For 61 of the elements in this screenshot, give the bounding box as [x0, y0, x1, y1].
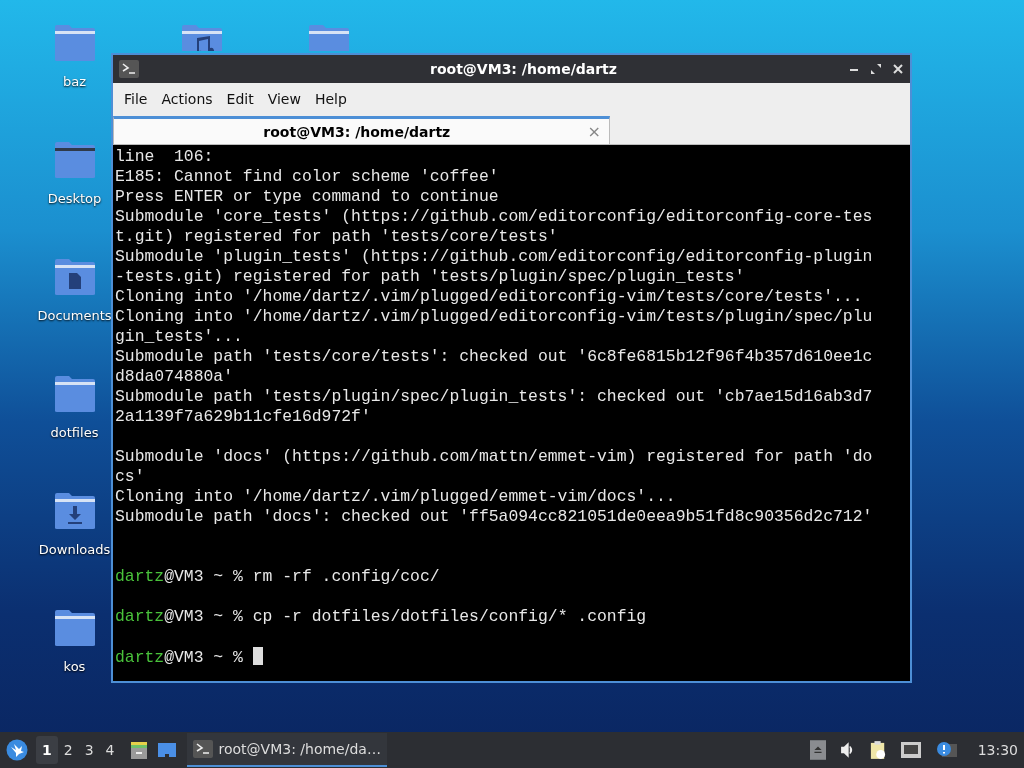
output-line: 2a1139f7a629b11cfe16d972f'	[115, 407, 372, 427]
output-line: Press ENTER or type command to continue	[115, 187, 500, 207]
icon-label: Documents	[37, 308, 112, 323]
icon-label: kos	[63, 659, 86, 674]
downloads-folder-icon[interactable]	[53, 492, 96, 530]
tab[interactable]: root@VM3: /home/dartz ×	[113, 116, 610, 144]
close-icon[interactable]	[892, 63, 904, 75]
music-folder-icon[interactable]	[180, 24, 223, 51]
menu-item[interactable]: Actions	[154, 90, 220, 107]
output-line: gin_tests'...	[115, 327, 244, 347]
prompt-command: @VM3 ~ %	[164, 648, 243, 667]
menu-item[interactable]: View	[260, 90, 308, 107]
menu-item[interactable]: Edit	[219, 90, 261, 107]
icon-label: Desktop	[47, 191, 102, 206]
folder-icon[interactable]	[53, 609, 96, 647]
prompt-user: dartz	[115, 648, 165, 667]
workspace-button[interactable]: 2	[57, 736, 79, 764]
terminal-icon	[192, 740, 213, 758]
output-line: Cloning into '/home/dartz/.vim/plugged/emmet-vim/docs'...	[115, 487, 677, 507]
restore-icon[interactable]	[870, 63, 882, 75]
icon-label: Downloads	[38, 542, 111, 557]
prompt-command: @VM3 ~ % rm -rf .config/coc/	[164, 567, 440, 586]
file-cabinet-icon[interactable]	[128, 740, 149, 760]
workspace-button[interactable]: 4	[99, 736, 121, 764]
output-line: Submodule path 'tests/core/tests': checked out '6c8fe6815b12f96f4b357d610ee1c	[115, 347, 874, 367]
icon-label: dotfiles	[50, 425, 99, 440]
output-line: Submodule 'docs' (https://github.com/mattn/emmet-vim) registered for path 'do	[115, 447, 874, 467]
folder-icon[interactable]	[53, 375, 96, 413]
bird-logo-icon[interactable]	[6, 739, 28, 761]
workspace-button[interactable]: 3	[78, 736, 100, 764]
network-icon[interactable]	[899, 741, 922, 759]
clipboard-icon[interactable]	[869, 740, 886, 760]
prompt-user: dartz	[115, 607, 165, 626]
icon-label: baz	[62, 74, 86, 89]
notification-icon[interactable]	[935, 741, 958, 759]
terminal-icon	[119, 60, 139, 78]
menu-item[interactable]: File	[117, 90, 155, 107]
prompt-command: @VM3 ~ % cp -r dotfiles/dotfiles/config/* .config	[164, 607, 647, 626]
taskbar-window-button[interactable]: root@VM3: /home/da…	[186, 733, 387, 767]
output-line: Submodule path 'tests/plugin/spec/plugin_tests': checked out 'cb7ae15d16ab3d7	[115, 387, 874, 407]
output-line: E185: Cannot find color scheme 'coffee'	[115, 167, 500, 187]
tab-label: root@VM3: /home/dartz	[262, 123, 452, 140]
output-line: d8da074880a'	[115, 367, 235, 387]
desktop-folder-icon[interactable]	[53, 141, 96, 179]
clock: 13:30	[977, 742, 1018, 758]
output-line: Cloning into '/home/dartz/.vim/plugged/editorconfig-vim/tests/core/tests'...	[115, 287, 864, 307]
workspace-button[interactable]: 1	[36, 736, 58, 764]
output-line: cs'	[115, 467, 146, 487]
prompt-user: dartz	[115, 567, 165, 586]
output-line: t.git) registered for path 'tests/core/tests'	[115, 227, 559, 247]
window-title: root@VM3: /home/dartz	[429, 61, 618, 77]
output-line: Cloning into '/home/dartz/.vim/plugged/editorconfig-vim/tests/plugin/spec/plu	[115, 307, 874, 327]
output-line: Submodule 'plugin_tests' (https://github.com/editorconfig/editorconfig-plugin	[115, 247, 874, 267]
output-line: line 106:	[115, 147, 215, 167]
eject-icon[interactable]	[809, 740, 826, 760]
show-desktop-icon[interactable]	[156, 740, 177, 760]
output-line: Submodule path 'docs': checked out 'ff5a094cc821051de0eea9b51fd8c90356d2c712'	[115, 507, 874, 527]
documents-folder-icon[interactable]	[53, 258, 96, 296]
output-line: Submodule 'core_tests' (https://github.com/editorconfig/editorconfig-core-tes	[115, 207, 874, 227]
output-line: -tests.git) registered for path 'tests/plugin/spec/plugin_tests'	[115, 267, 746, 287]
menu-item[interactable]: Help	[307, 90, 354, 107]
